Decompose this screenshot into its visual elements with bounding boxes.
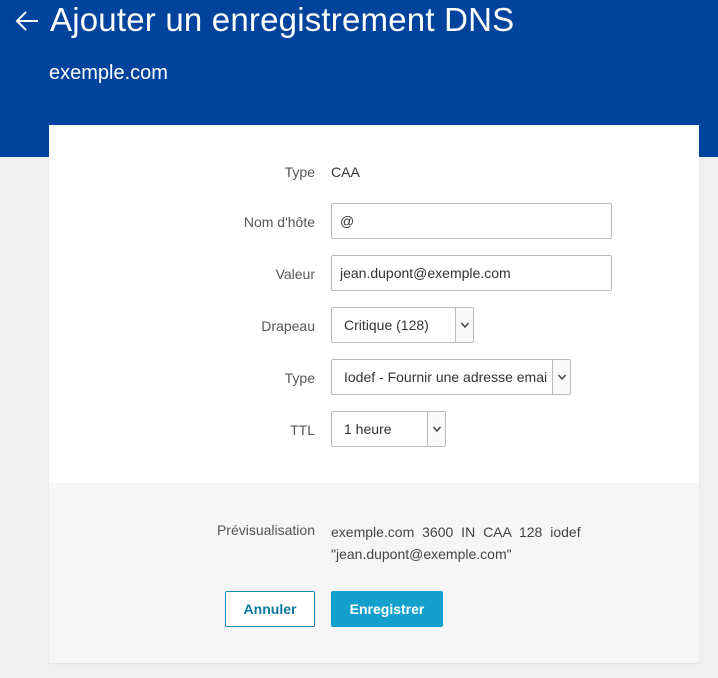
save-button[interactable]: Enregistrer: [331, 591, 443, 627]
dns-record-form-card: Type CAA Nom d'hôte Valeur Drapeau Criti…: [49, 125, 699, 663]
page-title: Ajouter un enregistrement DNS: [50, 1, 515, 38]
value-input[interactable]: [331, 255, 612, 291]
domain-subtitle: exemple.com: [49, 62, 168, 84]
form-footer: [49, 483, 699, 663]
chevron-down-icon: [455, 308, 473, 342]
preview-text: exemple.com 3600 IN CAA 128 iodef "jean.…: [331, 524, 581, 562]
ttl-label: TTL: [290, 422, 315, 438]
chevron-down-icon: [427, 412, 445, 446]
ttl-select[interactable]: 1 heure: [331, 411, 446, 447]
flag-label: Drapeau: [261, 318, 315, 334]
chevron-down-icon: [552, 360, 570, 394]
back-button[interactable]: [12, 6, 42, 36]
flag-select[interactable]: Critique (128): [331, 307, 474, 343]
hostname-label: Nom d'hôte: [243, 214, 315, 230]
preview-label: Prévisualisation: [216, 522, 315, 538]
type-value: CAA: [331, 164, 360, 180]
cancel-button[interactable]: Annuler: [225, 591, 315, 627]
tag-type-selected-value: Iodef - Fournir une adresse email: [344, 369, 548, 385]
tag-type-select[interactable]: Iodef - Fournir une adresse email: [331, 359, 571, 395]
hostname-input[interactable]: [331, 203, 612, 239]
arrow-left-icon: [15, 11, 38, 31]
tag-type-label: Type: [284, 370, 315, 386]
value-label: Valeur: [275, 266, 315, 282]
flag-selected-value: Critique (128): [344, 317, 429, 333]
ttl-selected-value: 1 heure: [344, 421, 392, 437]
type-label: Type: [284, 164, 315, 180]
